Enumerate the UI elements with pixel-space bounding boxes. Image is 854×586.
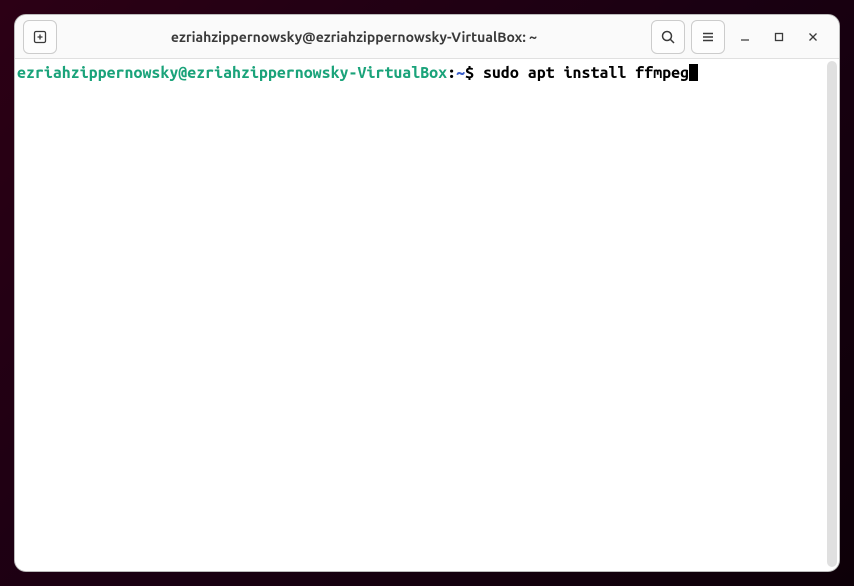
prompt-path: ~	[456, 64, 465, 82]
terminal-content[interactable]: ezriahzippernowsky@ezriahzippernowsky-Vi…	[15, 59, 839, 571]
scrollbar[interactable]	[827, 61, 837, 567]
search-icon	[660, 29, 676, 45]
close-icon	[807, 31, 819, 43]
search-button[interactable]	[651, 20, 685, 54]
menu-button[interactable]	[691, 20, 725, 54]
prompt-symbol: $	[465, 64, 474, 82]
window-controls	[731, 27, 831, 47]
close-button[interactable]	[803, 27, 823, 47]
minimize-button[interactable]	[735, 27, 755, 47]
window-title: ezriahzippernowsky@ezriahzippernowsky-Vi…	[63, 29, 645, 45]
prompt-separator: :	[447, 64, 456, 82]
prompt-user-host: ezriahzippernowsky@ezriahzippernowsky-Vi…	[17, 64, 447, 82]
command-text: sudo apt install ffmpeg	[474, 64, 689, 82]
new-tab-button[interactable]	[23, 20, 57, 54]
new-tab-icon	[32, 29, 48, 45]
maximize-button[interactable]	[769, 27, 789, 47]
minimize-icon	[739, 31, 751, 43]
terminal-line: ezriahzippernowsky@ezriahzippernowsky-Vi…	[17, 63, 839, 84]
hamburger-icon	[700, 29, 716, 45]
cursor	[689, 64, 698, 81]
titlebar: ezriahzippernowsky@ezriahzippernowsky-Vi…	[15, 15, 839, 59]
maximize-icon	[773, 31, 785, 43]
terminal-window: ezriahzippernowsky@ezriahzippernowsky-Vi…	[14, 14, 840, 572]
